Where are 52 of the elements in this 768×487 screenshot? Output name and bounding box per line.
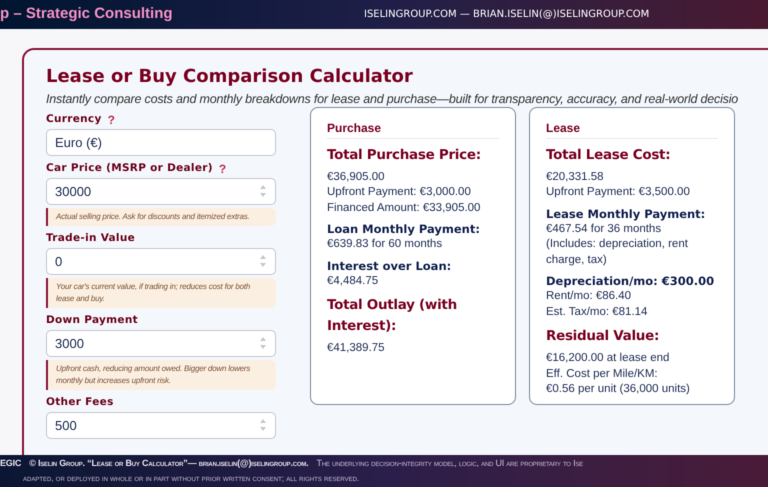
calculator-subtitle: Instantly compare costs and monthly breakdowns for lease and purchase—built for transparency, accuracy, and real-world decisio [46,91,740,108]
spinner-icon[interactable] [259,184,267,198]
result-text: €0.56 per unit (36,000 units) [546,382,691,398]
footer-text: EGIC [0,457,22,470]
footer-text: The underlying decision-integrity model, logic, and UI are proprietary to Ise [316,457,583,470]
help-icon[interactable]: ? [218,160,226,178]
result-label: Lease Monthly Payment: [546,206,706,222]
result-text: €41,389.75 [327,341,386,356]
result-label: Loan Monthly Payment: [327,221,481,238]
number-field[interactable]: 30000 [46,178,276,205]
result-heading: Total Lease Cost: [546,146,672,165]
result-text: €36,905.00 [327,170,386,185]
field-label: Other Fees [46,394,114,410]
footer-copyright: © Iselin Group. “Lease or Buy Calculator”— brian.iselin(@)iselingroup.com. [29,457,308,470]
result-label: Depreciation/mo: €300.00 [546,273,716,290]
field-hint: Upfront cash, reducing amount owed. Bigger down lowers monthly but increases upfront risk. [46,360,276,390]
field-label: Car Price (MSRP or Dealer) [46,160,213,176]
field-hint: Actual selling price. Ask for discounts and itemized extras. [46,208,276,226]
card-title: Lease [546,120,718,139]
result-text: Upfront Payment: €3,000.00 [327,185,472,200]
field-label: Trade-in Value [46,230,136,246]
result-text: €639.83 for 60 months [327,237,444,252]
result-text: €16,200.00 at lease end [546,351,670,366]
result-text: €467.54 for 36 months [546,222,662,237]
spinner-icon[interactable] [259,336,267,350]
result-label: Interest over Loan: [327,258,452,274]
card-title: Purchase [327,120,499,139]
spinner-icon[interactable] [259,418,267,432]
result-text: Est. Tax/mo: €81.14 [546,304,648,320]
brand-title: p – Strategic Consulting [0,4,174,24]
result-text: (Includes: depreciation, rent charge, tax) [546,237,689,268]
spinner-icon[interactable] [259,254,267,268]
contact-text: ISELINGROUP.COM — BRIAN.ISELIN(@)ISELINGROUP.COM [364,8,650,22]
result-text: €4,484.75 [327,274,380,289]
result-text: Rent/mo: €86.40 [546,289,632,304]
result-text: Upfront Payment: €3,500.00 [546,185,691,200]
result-heading: Residual Value: [546,327,660,346]
number-field[interactable]: 3000 [46,330,276,357]
result-heading: Total Outlay (with Interest): [327,296,458,336]
calculator-title: Lease or Buy Comparison Calculator [46,66,414,88]
result-text: Eff. Cost per Mile/KM: [546,366,659,382]
result-heading: Total Purchase Price: [327,146,482,165]
field-label: Down Payment [46,312,138,328]
footer-rights: adapted, or deployed in whole or in part without prior written consent; all rights reserved. [22,473,360,485]
currency-field[interactable]: Euro (€) [46,128,276,156]
help-icon[interactable]: ? [108,110,115,129]
field-label: Currency [46,112,102,127]
field-hint: Your car's current value, if trading in; reduces cost for both lease and buy. [46,278,276,308]
number-field[interactable]: 0 [46,248,276,275]
result-text: €20,331.58 [546,170,605,185]
result-text: Financed Amount: €33,905.00 [327,200,482,216]
number-field[interactable]: 500 [46,412,276,439]
